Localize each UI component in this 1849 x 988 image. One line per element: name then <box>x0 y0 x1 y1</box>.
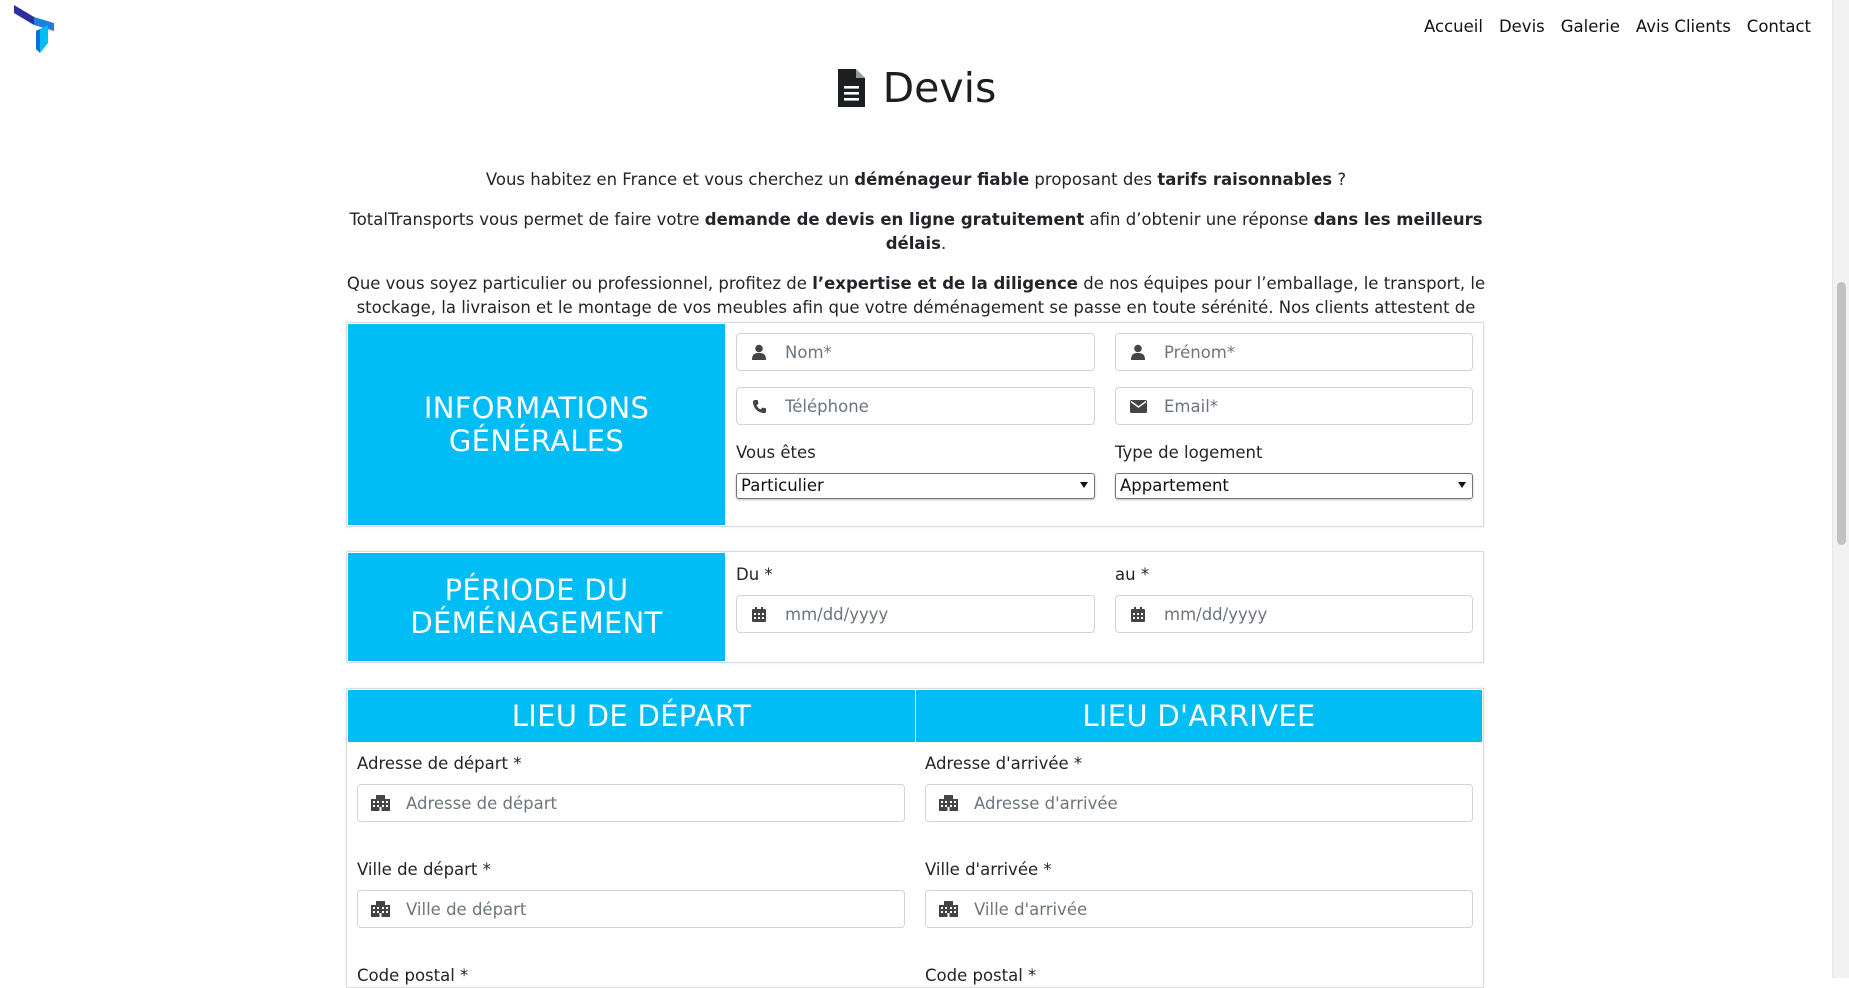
building-icon <box>938 900 958 918</box>
au-date-field[interactable] <box>1115 595 1473 633</box>
chevron-down-icon <box>1080 482 1088 488</box>
nav-avis-clients[interactable]: Avis Clients <box>1636 16 1731 38</box>
building-icon <box>370 794 390 812</box>
period-heading-line2: déménagement <box>410 606 663 640</box>
prenom-input[interactable] <box>1162 334 1472 370</box>
nav-devis[interactable]: Devis <box>1499 16 1545 38</box>
au-label: au * <box>1115 565 1150 584</box>
user-icon <box>749 343 769 361</box>
intro-paragraph-2: TotalTransports vous permet de faire vot… <box>349 210 1483 253</box>
logement-label: Type de logement <box>1115 443 1263 462</box>
nav-accueil[interactable]: Accueil <box>1424 16 1483 38</box>
period-heading-line1: Période du <box>444 573 629 607</box>
email-field[interactable] <box>1115 387 1473 425</box>
calendar-icon <box>749 605 769 623</box>
building-icon <box>370 900 390 918</box>
envelope-icon <box>1128 397 1148 415</box>
du-date-input[interactable] <box>783 596 1094 632</box>
scrollbar-thumb[interactable] <box>1837 282 1846 545</box>
arrivee-city-field[interactable] <box>925 890 1473 928</box>
main-nav: Accueil Devis Galerie Avis Clients Conta… <box>1408 16 1811 38</box>
nav-galerie[interactable]: Galerie <box>1561 16 1620 38</box>
intro-paragraph-1: Vous habitez en France et vous cherchez … <box>485 170 1347 189</box>
depart-address-label: Adresse de départ * <box>357 754 522 773</box>
page-scrollbar[interactable] <box>1832 0 1849 978</box>
arrivee-city-input[interactable] <box>972 891 1472 927</box>
du-label: Du * <box>736 565 773 584</box>
logement-selected: Appartement <box>1120 476 1229 495</box>
depart-city-input[interactable] <box>404 891 904 927</box>
general-heading-line1: Informations <box>423 390 650 425</box>
calendar-icon <box>1128 605 1148 623</box>
page-title: Devis <box>882 64 997 112</box>
user-icon <box>1128 343 1148 361</box>
depart-city-field[interactable] <box>357 890 905 928</box>
file-text-icon <box>837 69 865 107</box>
period-heading: Période du déménagement <box>348 553 725 661</box>
chevron-down-icon <box>1458 482 1466 488</box>
arrivee-address-label: Adresse d'arrivée * <box>925 754 1083 773</box>
general-heading-line2: générales <box>448 423 625 458</box>
depart-address-input[interactable] <box>404 785 904 821</box>
vous-etes-label: Vous êtes <box>736 443 816 462</box>
vous-etes-select[interactable]: Particulier <box>736 473 1095 499</box>
depart-heading: Lieu de départ <box>348 690 915 742</box>
building-icon <box>938 794 958 812</box>
depart-postal-label: Code postal * <box>357 966 469 985</box>
prenom-field[interactable] <box>1115 333 1473 371</box>
telephone-field[interactable] <box>736 387 1095 425</box>
arrivee-postal-label: Code postal * <box>925 966 1037 985</box>
nom-input[interactable] <box>783 334 1094 370</box>
arrivee-city-label: Ville d'arrivée * <box>925 860 1052 879</box>
email-input[interactable] <box>1162 388 1472 424</box>
au-date-input[interactable] <box>1162 596 1472 632</box>
arrivee-address-field[interactable] <box>925 784 1473 822</box>
du-date-field[interactable] <box>736 595 1095 633</box>
general-info-section: Informationsgénérales Vous êtes Particul… <box>346 322 1484 527</box>
nav-contact[interactable]: Contact <box>1747 16 1811 38</box>
arrivee-address-input[interactable] <box>972 785 1472 821</box>
locations-section: Lieu de départ Lieu d'arrivee Adresse de… <box>346 688 1484 988</box>
logo-icon[interactable] <box>12 3 56 53</box>
general-info-heading: Informations générales <box>348 324 725 525</box>
page-header: Devis <box>0 62 1832 114</box>
depart-city-label: Ville de départ * <box>357 860 491 879</box>
period-section: Période dudéménagement Du * au * <box>346 551 1484 663</box>
arrivee-heading: Lieu d'arrivee <box>916 690 1482 742</box>
nom-field[interactable] <box>736 333 1095 371</box>
telephone-input[interactable] <box>783 388 1094 424</box>
phone-icon <box>749 397 769 415</box>
depart-address-field[interactable] <box>357 784 905 822</box>
logement-select[interactable]: Appartement <box>1115 473 1473 499</box>
vous-etes-selected: Particulier <box>741 476 824 495</box>
